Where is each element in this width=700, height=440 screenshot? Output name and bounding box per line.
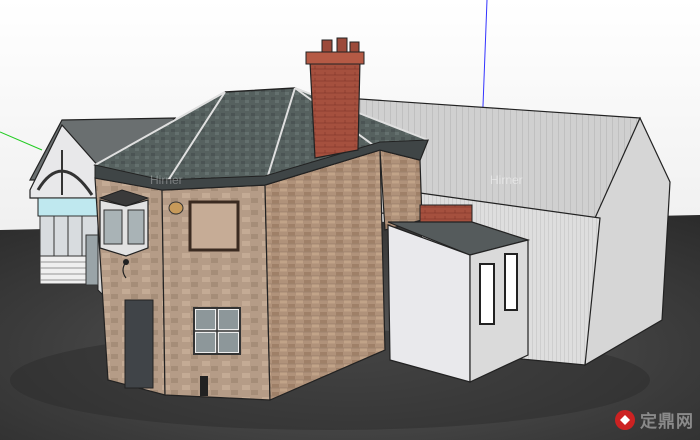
tower-door[interactable]: [124, 299, 154, 389]
3d-model-viewport[interactable]: Hirner Hirner: [0, 0, 700, 440]
wall-vent: [200, 376, 208, 396]
wall-plaque: [168, 201, 184, 215]
annex-chimney: [419, 204, 473, 223]
lower-window-pane: [196, 310, 215, 329]
lower-window-pane: [219, 333, 238, 352]
chimney-pot-3: [349, 41, 360, 53]
lower-window-pane: [219, 310, 238, 329]
upper-window[interactable]: [188, 200, 240, 252]
annex-window-2[interactable]: [504, 253, 518, 311]
chimney-pot-1: [321, 39, 333, 53]
chimney-cap: [305, 51, 365, 65]
lower-window-pane: [196, 333, 215, 352]
chimney[interactable]: [309, 59, 361, 159]
bay-window-pane-left: [103, 209, 123, 245]
porch-door[interactable]: [85, 234, 99, 286]
faint-watermark-1: Hirner: [150, 173, 183, 187]
annex-window-1[interactable]: [479, 263, 495, 325]
faint-watermark-2: Hirner: [490, 173, 523, 187]
chimney-pot-2: [336, 37, 348, 53]
watermark-text: 定鼎网: [640, 412, 694, 432]
logo-icon: [615, 409, 635, 430]
watermark: 定鼎网: [614, 407, 694, 432]
porch-window-band[interactable]: [37, 197, 101, 217]
bay-window-pane-right: [127, 209, 145, 245]
tower-far-wall[interactable]: [379, 149, 423, 231]
